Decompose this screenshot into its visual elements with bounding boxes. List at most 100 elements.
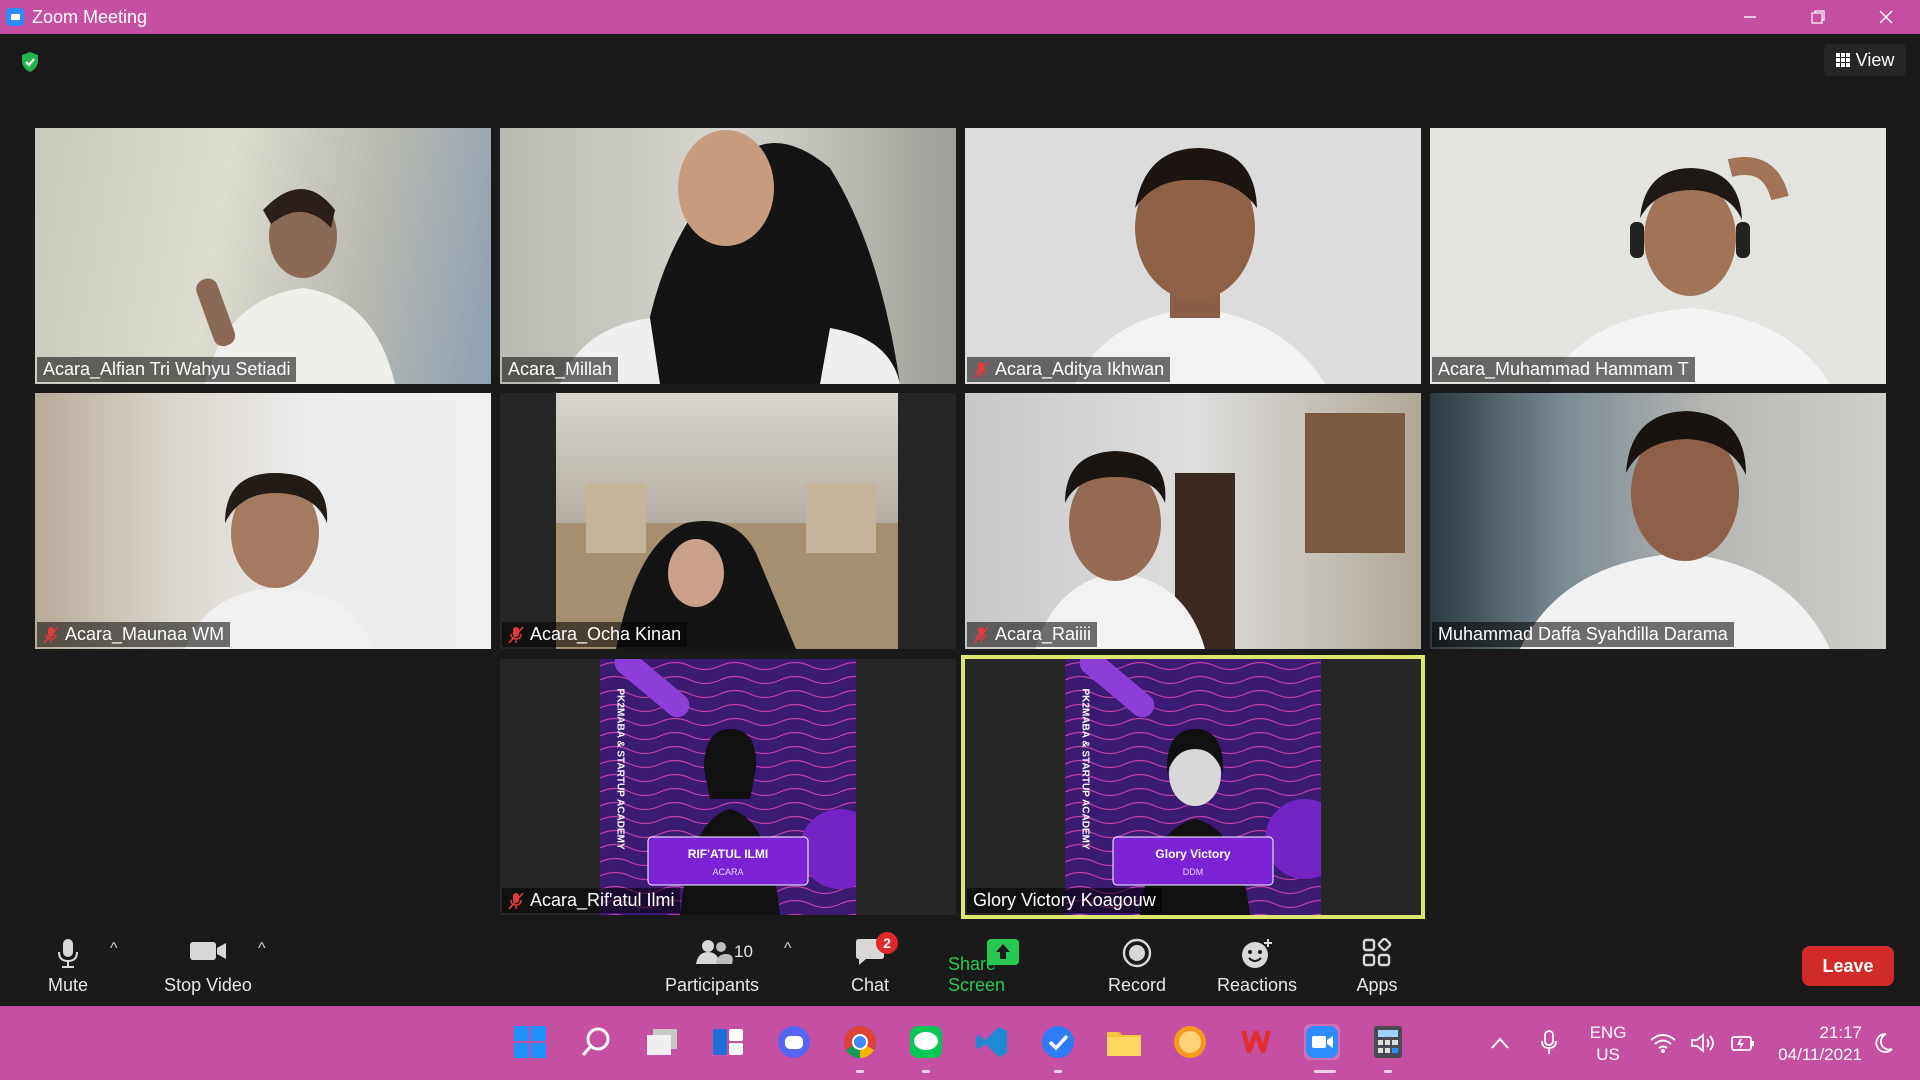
poster-name: Glory Victory (1155, 847, 1231, 861)
video-tile[interactable]: RIF'ATUL ILMI ACARA PK2MABA & STARTUP AC… (500, 659, 956, 915)
language-code: ENG (1589, 1023, 1627, 1042)
microphone-icon (1541, 1030, 1557, 1054)
moon-icon (1875, 1033, 1893, 1053)
video-tile[interactable]: Acara_Raiiii (965, 393, 1421, 649)
profile-poster: Glory Victory DDM PK2MABA & STARTUP ACAD… (1065, 659, 1321, 915)
reactions-button[interactable]: Reactions (1214, 930, 1300, 1006)
video-tile[interactable]: Acara_Ocha Kinan (500, 393, 956, 649)
poster-name: RIF'ATUL ILMI (687, 847, 769, 861)
participant-name: Acara_Millah (508, 359, 613, 379)
video-options-caret[interactable]: ^ (258, 940, 266, 958)
poster-side-text: PK2MABA & STARTUP ACADEMY (1079, 688, 1091, 850)
participant-video (965, 128, 1421, 384)
person-silhouette (1075, 148, 1325, 384)
restore-button[interactable] (1784, 0, 1852, 34)
search-icon[interactable] (578, 1024, 614, 1060)
zoom-icon[interactable] (1304, 1024, 1340, 1060)
line-icon[interactable] (908, 1024, 944, 1060)
person-silhouette (556, 483, 898, 649)
view-button[interactable]: View (1824, 44, 1906, 76)
title-bar: Zoom Meeting (0, 0, 1920, 34)
person-silhouette (196, 189, 395, 384)
calculator-icon[interactable] (1370, 1024, 1406, 1060)
profile-poster: RIF'ATUL ILMI ACARA PK2MABA & STARTUP AC… (600, 659, 856, 915)
leave-button[interactable]: Leave (1802, 946, 1894, 986)
participants-button[interactable]: 10 Participants (660, 930, 764, 1006)
minimize-button[interactable] (1716, 0, 1784, 34)
participant-name: Acara_Ocha Kinan (530, 624, 682, 644)
view-label: View (1855, 49, 1895, 70)
grid-icon (1835, 53, 1850, 67)
video-tile[interactable]: Muhammad Daffa Syahdilla Darama (1430, 393, 1886, 649)
windows-start-icon[interactable] (512, 1024, 548, 1060)
participant-name: Acara_Rif'atul Ilmi (530, 890, 675, 910)
zoom-app-icon (6, 8, 24, 26)
window-title: Zoom Meeting (32, 6, 148, 27)
participant-video (1430, 393, 1886, 649)
participant-video (500, 128, 956, 384)
video-tile[interactable]: Acara_Millah (500, 128, 956, 384)
record-icon (1122, 938, 1152, 968)
participant-video (35, 128, 491, 384)
participants-icon (696, 940, 733, 964)
chat-button[interactable]: 2 Chat (846, 930, 898, 1006)
restore-icon (1811, 10, 1825, 24)
reactions-label: Reactions (1216, 975, 1298, 995)
participant-video (965, 393, 1421, 649)
video-tile[interactable]: Acara_Maunaa WM (35, 393, 491, 649)
chat-label: Chat (850, 975, 890, 995)
share-screen-button[interactable]: Share Screen (948, 930, 1058, 1006)
battery-icon (1731, 1036, 1754, 1051)
apps-button[interactable]: Apps (1352, 930, 1402, 1006)
participant-name: Muhammad Daffa Syahdilla Darama (1438, 624, 1728, 644)
record-button[interactable]: Record (1106, 930, 1168, 1006)
video-tile-active-speaker[interactable]: Glory Victory DDM PK2MABA & STARTUP ACAD… (961, 655, 1425, 919)
reactions-icon (1242, 939, 1272, 968)
muted-mic-icon (973, 360, 989, 379)
tray-microphone[interactable] (1540, 1006, 1558, 1080)
speaker-icon (1691, 1033, 1714, 1053)
file-explorer-icon[interactable] (1106, 1024, 1142, 1060)
participant-video (35, 393, 491, 649)
meeting-controls: Mute ^ Stop Video ^ 10 Participants ^ 2 … (0, 930, 1920, 1006)
participant-video (556, 393, 898, 649)
minimize-icon (1744, 16, 1756, 18)
muted-mic-icon (43, 625, 59, 644)
mute-button[interactable]: Mute (40, 930, 96, 1006)
orange-app-icon[interactable] (1172, 1024, 1208, 1060)
microphone-icon (58, 939, 78, 968)
video-tile[interactable]: Acara_Aditya Ikhwan (965, 128, 1421, 384)
participants-count: 10 (734, 942, 753, 961)
participants-options-caret[interactable]: ^ (784, 940, 792, 958)
task-view-icon[interactable] (644, 1024, 680, 1060)
clock[interactable]: 21:17 04/11/2021 (1778, 1022, 1862, 1066)
widgets-icon[interactable] (710, 1024, 746, 1060)
audio-options-caret[interactable]: ^ (110, 940, 118, 958)
chrome-icon[interactable] (842, 1024, 878, 1060)
video-tile[interactable]: Acara_Alfian Tri Wahyu Setiadi (35, 128, 491, 384)
wps-icon[interactable] (1238, 1024, 1274, 1060)
vscode-icon[interactable] (974, 1024, 1010, 1060)
stop-video-label: Stop Video (164, 975, 252, 995)
video-tile[interactable]: Acara_Muhammad Hammam T (1430, 128, 1886, 384)
stop-video-button[interactable]: Stop Video (160, 930, 256, 1006)
person-silhouette (1550, 157, 1830, 384)
participant-name: Acara_Raiiii (995, 624, 1092, 644)
discord-icon[interactable] (776, 1024, 812, 1060)
windows-taskbar: ENG US 21:17 04/11/2021 (0, 1006, 1920, 1080)
todo-icon[interactable] (1040, 1024, 1076, 1060)
close-icon (1879, 10, 1893, 24)
focus-assist-button[interactable] (1872, 1006, 1894, 1080)
muted-mic-icon (508, 625, 524, 644)
show-hidden-icons-button[interactable] (1490, 1006, 1510, 1080)
running-indicator (922, 1070, 930, 1073)
system-tray-icons[interactable] (1650, 1006, 1756, 1080)
running-indicator (1054, 1070, 1062, 1073)
close-button[interactable] (1852, 0, 1920, 34)
shield-check-icon[interactable] (18, 50, 42, 74)
record-label: Record (1107, 975, 1167, 995)
muted-mic-icon (973, 625, 989, 644)
language-indicator[interactable]: ENG US (1580, 1022, 1636, 1066)
participant-name: Acara_Maunaa WM (65, 624, 225, 644)
video-camera-icon (190, 942, 226, 960)
